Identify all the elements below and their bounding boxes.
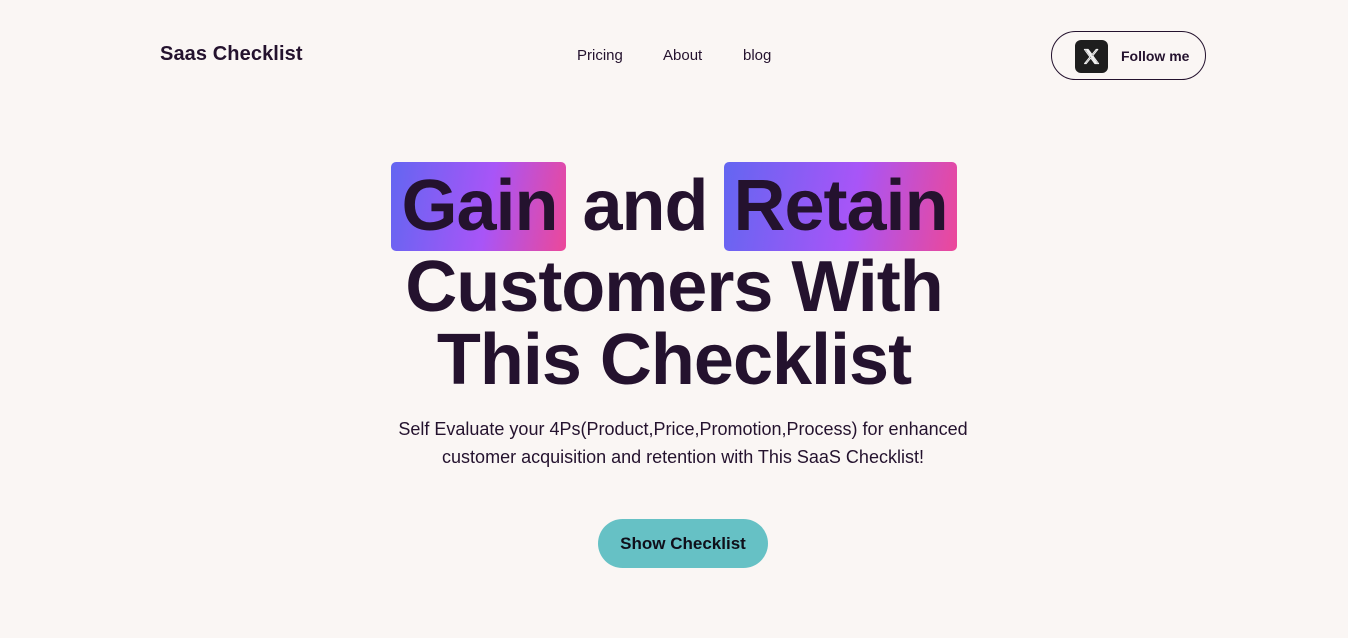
hero-title: Gain and Retain Customers With This Checkl… [0, 160, 1348, 397]
highlight-gain: Gain [391, 162, 567, 251]
hero-title-line-1: Gain and Retain [0, 160, 1348, 251]
hero-title-line-2: Customers With [405, 247, 943, 327]
highlight-retain: Retain [723, 162, 957, 251]
follow-me-button[interactable]: Follow me [1051, 31, 1206, 80]
word-and: and [582, 166, 708, 246]
show-checklist-button[interactable]: Show Checklist [598, 519, 768, 568]
follow-me-label: Follow me [1121, 48, 1190, 64]
site-header: Saas Checklist Pricing About blog Follow… [0, 31, 1348, 81]
hero-title-line-3: This Checklist [436, 320, 912, 400]
hero-subtitle: Self Evaluate your 4Ps(Product,Price,Pro… [398, 419, 968, 467]
nav-link-blog[interactable]: blog [743, 47, 771, 64]
nav-link-pricing[interactable]: Pricing [577, 47, 623, 64]
x-logo-icon [1075, 40, 1108, 73]
nav-link-about[interactable]: About [663, 47, 702, 64]
landing-page: Saas Checklist Pricing About blog Follow… [0, 0, 1348, 638]
